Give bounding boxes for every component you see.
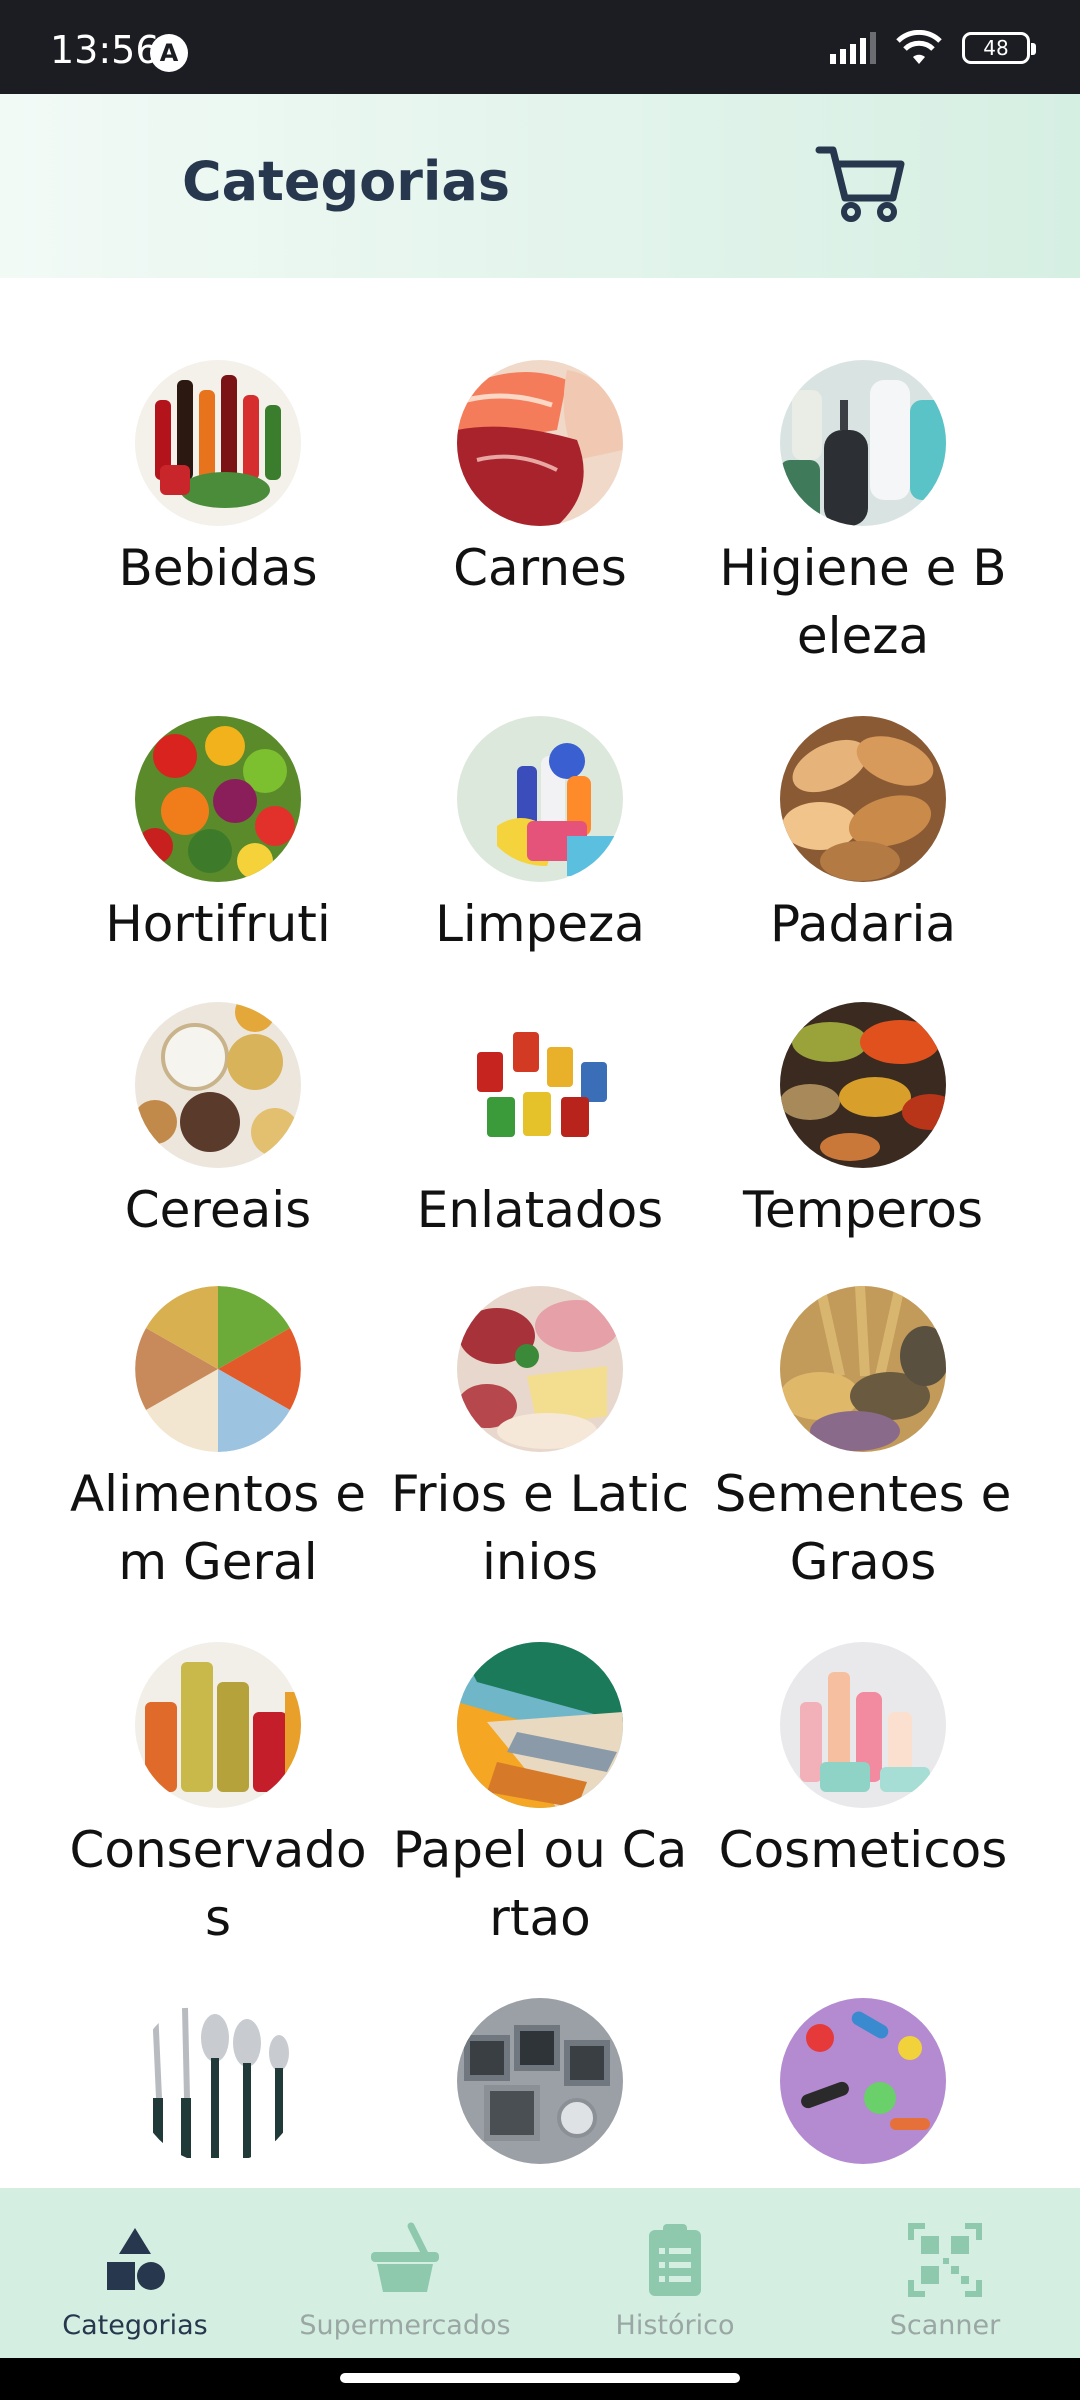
signal-icon <box>830 32 876 64</box>
nav-label: Scanner <box>889 2310 1001 2341</box>
nav-tab-scanner[interactable]: Scanner <box>810 2188 1080 2358</box>
wifi-icon <box>896 30 942 64</box>
category-label: Papel ou Cartao <box>392 1821 688 1947</box>
category-label: Higiene e Beleza <box>719 539 1007 665</box>
category-papel-cartao[interactable]: Papel ou Cartao <box>377 1642 703 1952</box>
category-enlatados[interactable]: Enlatados <box>377 1002 703 1244</box>
pet-toys-image <box>780 1998 946 2164</box>
seeds-image <box>780 1286 946 1452</box>
metal-image <box>457 1998 623 2164</box>
category-label: Carnes <box>453 539 627 597</box>
cereals-image <box>135 1002 301 1168</box>
notification-badge-icon: A <box>150 34 188 72</box>
clipboard-icon <box>649 2224 701 2296</box>
cosmetics-image <box>780 1642 946 1808</box>
category-label: Limpeza <box>435 895 645 953</box>
category-conservados[interactable]: Conservados <box>55 1642 381 1952</box>
category-higiene-beleza[interactable]: Higiene e Beleza <box>700 360 1026 670</box>
category-label: Hortifruti <box>105 895 331 953</box>
category-label: Sementes e Graos <box>714 1465 1012 1591</box>
category-utensils[interactable] <box>55 1998 381 2164</box>
cart-button[interactable] <box>815 142 905 224</box>
category-label: Frios e Laticinios <box>390 1465 690 1591</box>
category-hortifruti[interactable]: Hortifruti <box>55 716 381 958</box>
category-frios-laticinios[interactable]: Frios e Laticinios <box>377 1286 703 1596</box>
category-label: Alimentos em Geral <box>69 1465 367 1591</box>
status-time: 13:56 <box>50 28 160 72</box>
nav-tab-categorias[interactable]: Categorias <box>0 2188 270 2358</box>
canned-image <box>457 1002 623 1168</box>
category-padaria[interactable]: Padaria <box>700 716 1026 958</box>
app-header: Categorias <box>0 94 1080 278</box>
category-metal[interactable] <box>377 1998 703 2164</box>
spices-image <box>780 1002 946 1168</box>
home-gesture-bar[interactable] <box>340 2373 740 2383</box>
category-label: Temperos <box>742 1181 984 1239</box>
category-label: Enlatados <box>416 1181 664 1239</box>
category-bebidas[interactable]: Bebidas <box>55 360 381 602</box>
category-toys[interactable] <box>700 1998 1026 2164</box>
beverages-image <box>135 360 301 526</box>
paper-image <box>457 1642 623 1808</box>
category-label: Conservados <box>69 1821 367 1947</box>
nav-tab-historico[interactable]: Histórico <box>540 2188 810 2358</box>
meat-image <box>457 360 623 526</box>
status-indicators: 48 <box>828 28 1036 68</box>
nav-tab-supermercados[interactable]: Supermercados <box>270 2188 540 2358</box>
category-label: Padaria <box>769 895 956 953</box>
dairy-image <box>457 1286 623 1452</box>
status-bar: 13:56 A 48 <box>0 0 1080 94</box>
hygiene-image <box>780 360 946 526</box>
general-food-image <box>135 1286 301 1452</box>
category-sementes-graos[interactable]: Sementes e Graos <box>700 1286 1026 1596</box>
category-cosmeticos[interactable]: Cosmeticos <box>700 1642 1026 1884</box>
basket-icon <box>371 2222 439 2292</box>
category-carnes[interactable]: Carnes <box>377 360 703 602</box>
cleaning-image <box>457 716 623 882</box>
nav-label: Histórico <box>615 2310 735 2341</box>
cutlery-image <box>135 1998 301 2164</box>
nav-label: Supermercados <box>299 2310 511 2341</box>
category-label: Bebidas <box>118 539 318 597</box>
nav-label: Categorias <box>62 2310 208 2341</box>
shapes-icon <box>107 2228 165 2290</box>
qr-code-icon <box>908 2223 982 2297</box>
battery-icon: 48 <box>962 32 1036 64</box>
shopping-cart-icon <box>815 146 905 222</box>
category-limpeza[interactable]: Limpeza <box>377 716 703 958</box>
category-grid: Bebidas Carnes Higiene e Beleza Hortifru… <box>0 278 1080 2188</box>
category-alimentos-em-geral[interactable]: Alimentos em Geral <box>55 1286 381 1596</box>
preserves-image <box>135 1642 301 1808</box>
category-label: Cosmeticos <box>718 1821 1008 1879</box>
page-title: Categorias <box>182 150 510 213</box>
category-temperos[interactable]: Temperos <box>700 1002 1026 1244</box>
bottom-navigation: Categorias Supermercados Histórico Scann… <box>0 2188 1080 2358</box>
category-label: Cereais <box>124 1181 312 1239</box>
bakery-image <box>780 716 946 882</box>
produce-image <box>135 716 301 882</box>
category-cereais[interactable]: Cereais <box>55 1002 381 1244</box>
